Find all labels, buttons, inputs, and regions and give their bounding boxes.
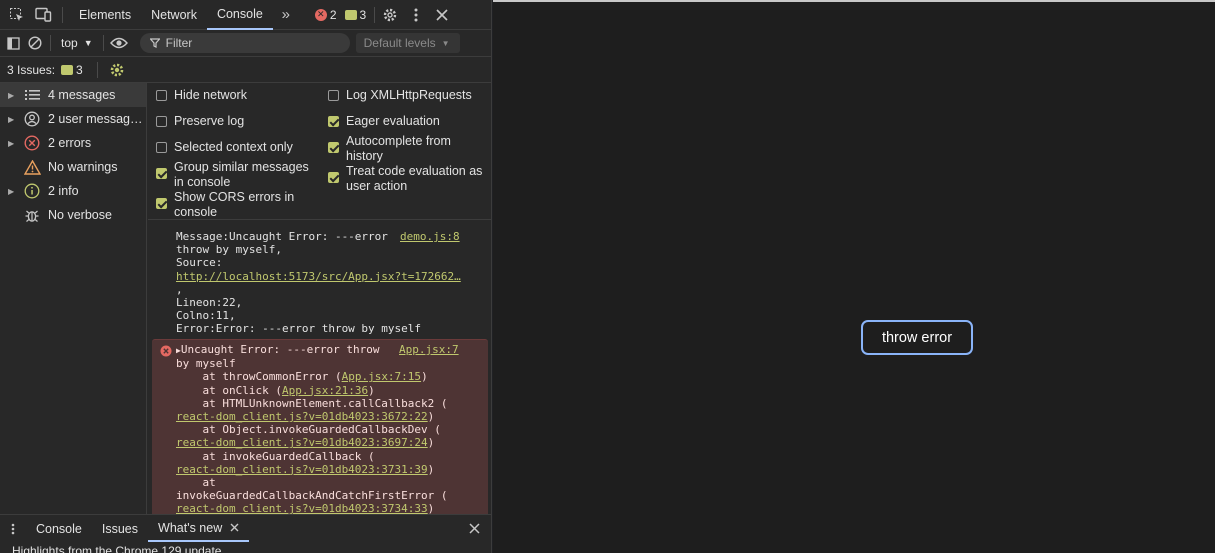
toolbar-divider <box>102 35 104 51</box>
devtools-panel: Elements Network Console » ✕ 2 3 top ▼ F… <box>0 0 492 553</box>
sidebar-item-verbose[interactable]: No verbose <box>0 203 146 227</box>
error-icon: ✕ <box>314 8 327 21</box>
stack-frame-link[interactable]: react-dom_client.js?v=01db4023:3697:24 <box>176 436 428 449</box>
autocomplete-checkbox[interactable] <box>328 142 339 153</box>
more-tabs-icon[interactable]: » <box>273 0 299 30</box>
settings-gear-icon[interactable] <box>377 0 403 30</box>
message-icon <box>344 9 357 20</box>
group-similar-checkbox[interactable] <box>156 168 167 179</box>
console-settings-gear-icon[interactable] <box>104 55 130 85</box>
log-levels-dropdown[interactable]: Default levels ▼ <box>355 33 460 53</box>
info-icon <box>20 183 44 199</box>
console-split-view: ▶ 4 messages ▶ 2 user messag… ▶ 2 errors <box>0 83 491 514</box>
issues-count-link[interactable]: 3 <box>61 63 83 77</box>
autocomplete-option[interactable]: Autocomplete from history <box>328 134 451 164</box>
toolbar-divider <box>50 35 51 51</box>
dropdown-arrow-icon: ▼ <box>83 38 93 48</box>
toolbar-divider <box>62 6 63 23</box>
error-icon <box>160 345 172 360</box>
page-viewport: throw error <box>493 0 1215 553</box>
toolbar-divider <box>96 61 98 78</box>
stack-frame-link[interactable]: react-dom_client.js?v=01db4023:3672:22 <box>176 410 428 423</box>
error-circle-icon <box>20 135 44 151</box>
drawer-tab-console[interactable]: Console <box>26 515 92 542</box>
expand-arrow-icon[interactable]: ▶ <box>8 115 20 124</box>
stack-frame-link[interactable]: react-dom_client.js?v=01db4023:3731:39 <box>176 463 428 476</box>
console-settings-pane: Hide network Preserve log Selected conte… <box>148 83 491 220</box>
throw-error-button[interactable]: throw error <box>861 320 973 355</box>
show-sidebar-icon[interactable] <box>4 28 22 58</box>
show-cors-checkbox[interactable] <box>156 198 167 209</box>
inspect-element-icon[interactable] <box>4 0 30 30</box>
expand-arrow-icon[interactable]: ▶ <box>8 91 20 100</box>
list-icon <box>20 89 44 101</box>
selected-context-option[interactable]: Selected context only <box>156 140 293 155</box>
issues-bar: 3 Issues: 3 <box>0 57 491 83</box>
hide-network-checkbox[interactable] <box>156 90 167 101</box>
close-devtools-icon[interactable] <box>429 0 455 30</box>
console-sidebar: ▶ 4 messages ▶ 2 user messag… ▶ 2 errors <box>0 83 147 514</box>
selected-context-checkbox[interactable] <box>156 142 167 153</box>
live-expression-eye-icon[interactable] <box>106 28 132 58</box>
eager-eval-option[interactable]: Eager evaluation <box>328 114 440 129</box>
tab-network[interactable]: Network <box>141 0 207 30</box>
stack-frame-link[interactable]: App.jsx:7:15 <box>342 370 421 383</box>
console-main: Hide network Preserve log Selected conte… <box>148 83 491 514</box>
sidebar-item-errors[interactable]: ▶ 2 errors <box>0 131 146 155</box>
error-source-link[interactable]: App.jsx:7 <box>399 343 459 356</box>
source-url-link[interactable]: http://localhost:5173/src/App.jsx?t=1726… <box>176 270 461 283</box>
treat-code-checkbox[interactable] <box>328 172 339 183</box>
group-similar-option[interactable]: Group similar messages in console <box>156 160 309 190</box>
hide-network-option[interactable]: Hide network <box>156 88 247 103</box>
tab-console[interactable]: Console <box>206 0 273 30</box>
message-count-badge[interactable]: 3 <box>344 8 366 22</box>
more-options-icon[interactable] <box>403 0 429 30</box>
sidebar-item-messages[interactable]: ▶ 4 messages <box>0 83 146 107</box>
bottom-drawer: Console Issues What's new <box>0 514 491 542</box>
drawer-menu-icon[interactable] <box>0 514 26 544</box>
bug-icon <box>20 208 44 223</box>
eager-eval-checkbox[interactable] <box>328 116 339 127</box>
expand-arrow-icon[interactable]: ▶ <box>8 139 20 148</box>
error-count-badge[interactable]: ✕ 2 <box>314 8 337 22</box>
treat-code-option[interactable]: Treat code evaluation as user action <box>328 164 482 194</box>
log-xhr-option[interactable]: Log XMLHttpRequests <box>328 88 472 103</box>
message-icon <box>61 64 74 75</box>
filter-input[interactable]: Filter <box>139 33 350 53</box>
log-xhr-checkbox[interactable] <box>328 90 339 101</box>
preserve-log-checkbox[interactable] <box>156 116 167 127</box>
toolbar-divider <box>374 6 376 23</box>
show-cors-option[interactable]: Show CORS errors in console <box>156 190 294 220</box>
filter-funnel-icon <box>149 38 160 48</box>
close-drawer-icon[interactable] <box>461 514 487 544</box>
stack-frame-link[interactable]: react-dom_client.js?v=01db4023:3734:33 <box>176 502 428 514</box>
preserve-log-option[interactable]: Preserve log <box>156 114 244 129</box>
close-tab-icon[interactable] <box>230 523 239 532</box>
user-icon <box>20 111 44 127</box>
sidebar-item-warnings[interactable]: No warnings <box>0 155 146 179</box>
console-toolbar: top ▼ Filter Default levels ▼ <box>0 30 491 57</box>
warning-triangle-icon <box>20 159 44 175</box>
drawer-tab-issues[interactable]: Issues <box>92 515 148 542</box>
expand-arrow-icon[interactable]: ▶ <box>8 187 20 196</box>
sidebar-item-info[interactable]: ▶ 2 info <box>0 179 146 203</box>
device-toolbar-icon[interactable] <box>30 0 56 30</box>
log-source-link[interactable]: demo.js:8 <box>400 230 460 243</box>
stack-frame-link[interactable]: App.jsx:21:36 <box>282 384 368 397</box>
console-error-message: ▶Uncaught Error: ---error throw by myself… <box>152 339 488 514</box>
whats-new-highlight: Highlights from the Chrome 129 update <box>12 544 222 553</box>
clear-console-icon[interactable] <box>22 28 48 58</box>
dropdown-arrow-icon: ▼ <box>441 38 450 48</box>
tab-elements[interactable]: Elements <box>69 0 141 30</box>
drawer-tab-whats-new[interactable]: What's new <box>148 515 250 542</box>
console-log-message: Message:Uncaught Error: ---error throw by… <box>176 230 461 336</box>
context-selector[interactable]: top ▼ <box>53 36 101 50</box>
sidebar-item-user-messages[interactable]: ▶ 2 user messag… <box>0 107 146 131</box>
devtools-tab-bar: Elements Network Console » ✕ 2 3 <box>0 0 491 30</box>
